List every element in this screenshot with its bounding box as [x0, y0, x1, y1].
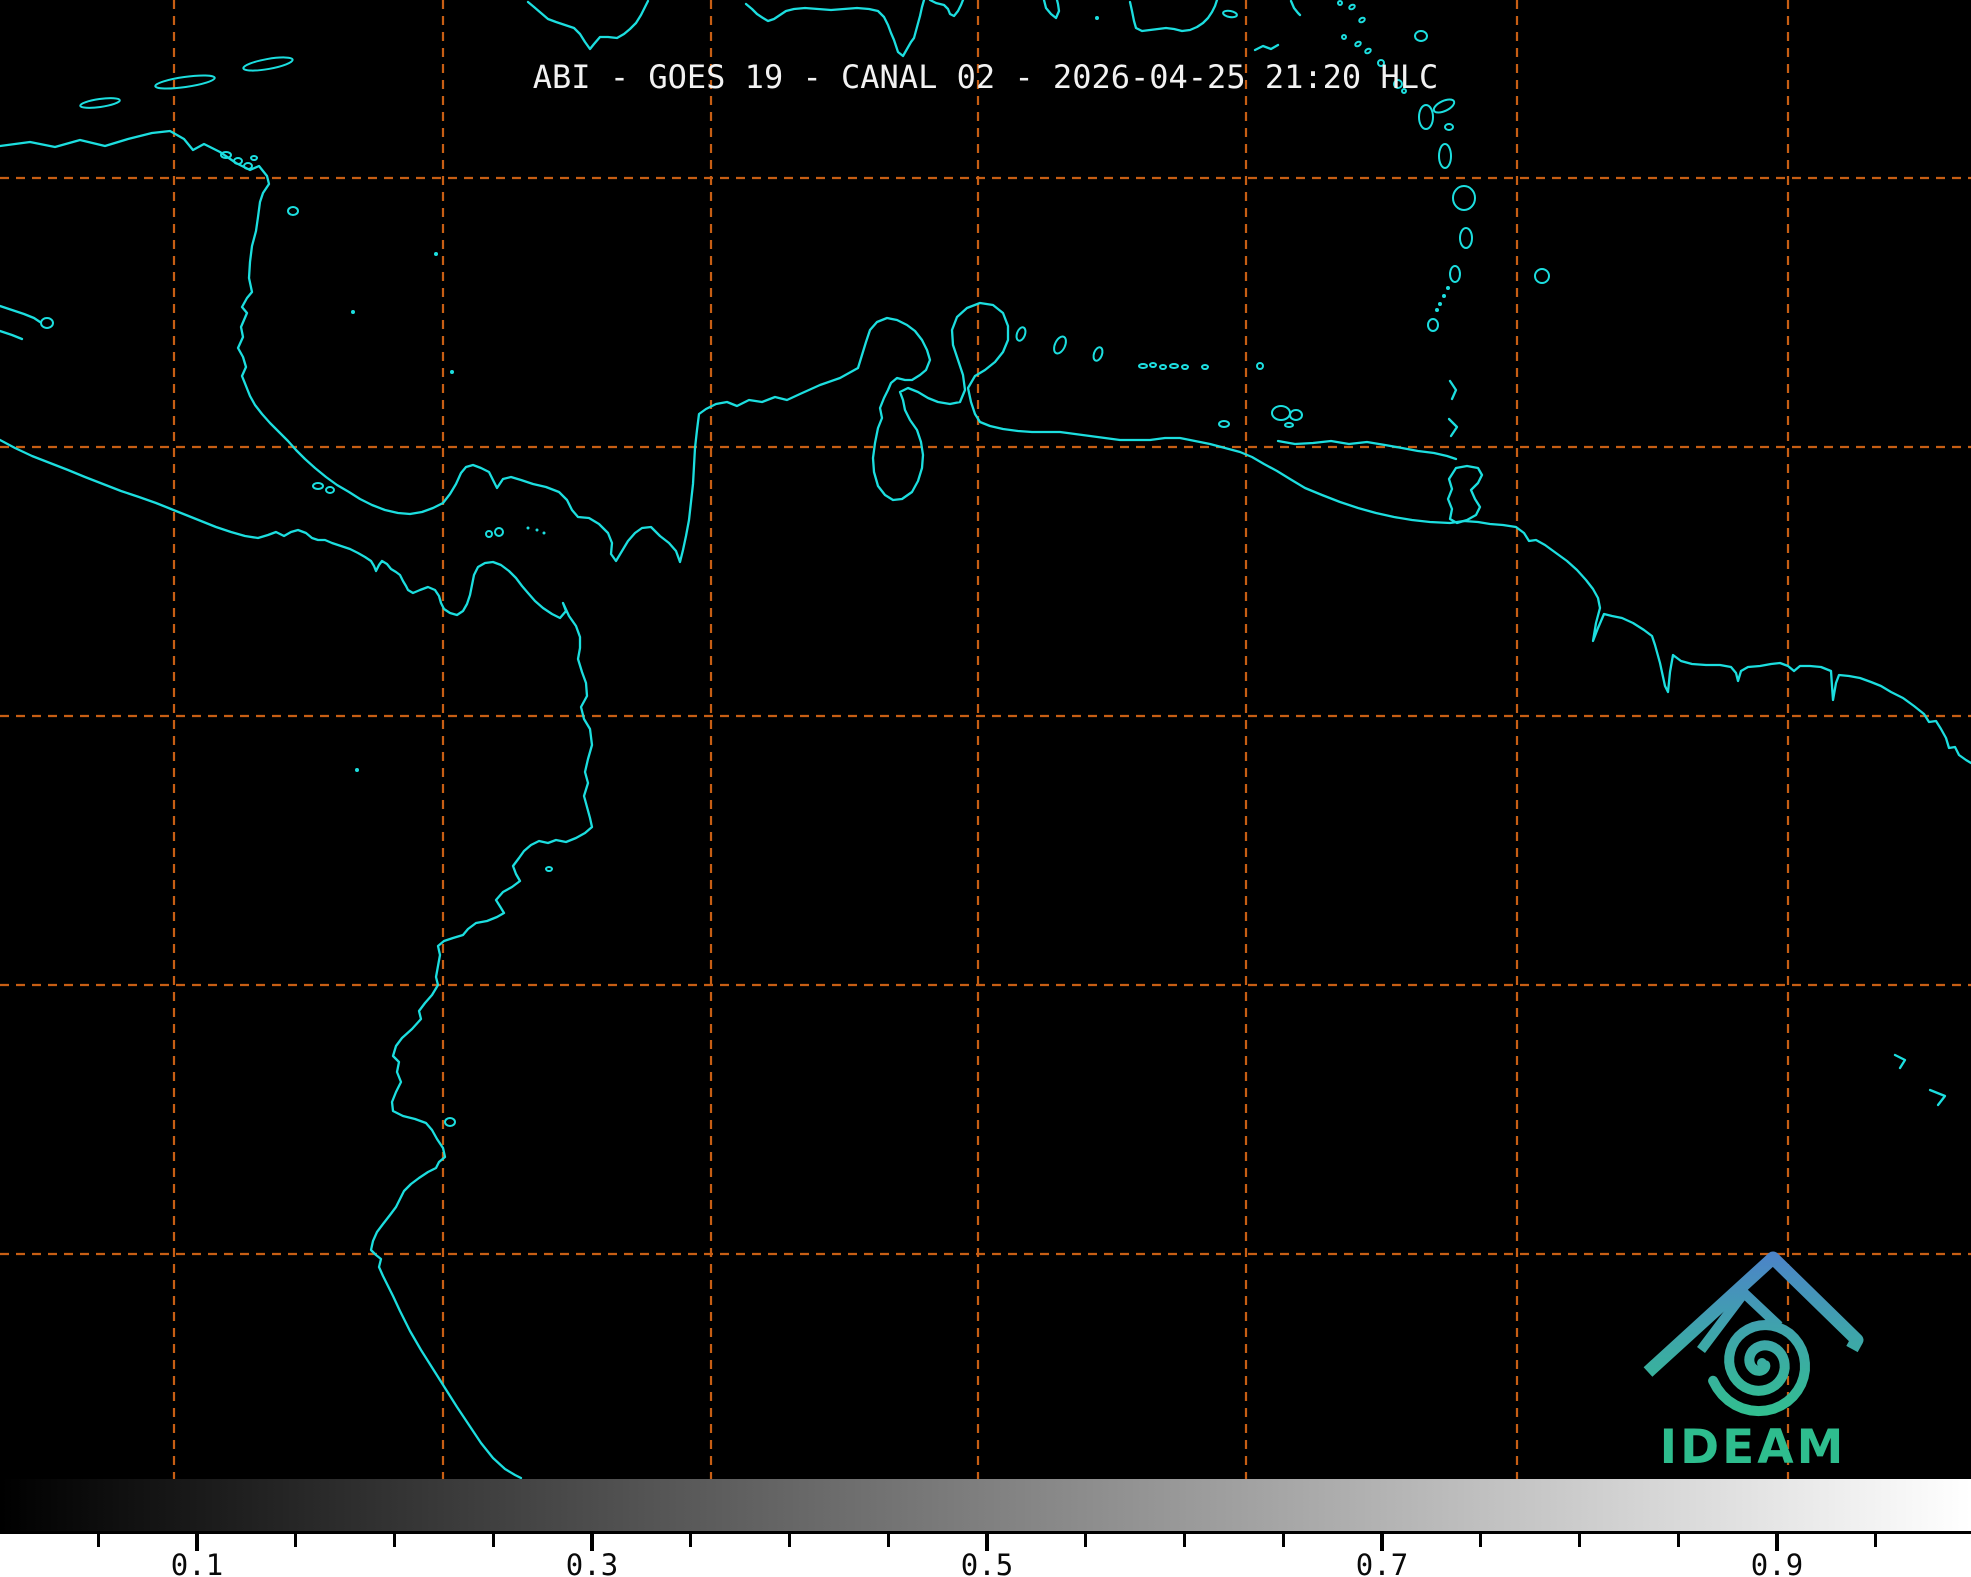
islet-dot	[450, 370, 454, 374]
island-outline	[1445, 124, 1453, 130]
ideam-logo-spiral-center	[1757, 1358, 1767, 1368]
islet-dot	[536, 529, 539, 532]
islet-dot	[527, 527, 530, 530]
island-outline	[80, 96, 121, 109]
colorbar-minor-tick	[1677, 1534, 1680, 1547]
islet-dot	[1446, 286, 1450, 290]
island-outline	[1450, 266, 1460, 282]
islet-dot	[1095, 16, 1099, 20]
islet-dot	[1442, 294, 1446, 298]
colorbar-minor-tick	[393, 1534, 396, 1547]
coastline	[746, 0, 924, 56]
islet-dot	[351, 310, 355, 314]
island-outline	[1219, 421, 1229, 427]
island-outline	[1535, 269, 1549, 283]
colorbar-minor-tick	[1084, 1534, 1087, 1547]
colorbar-minor-tick	[492, 1534, 495, 1547]
island-outline	[495, 528, 503, 536]
island-outline	[1432, 97, 1456, 115]
coastline	[1895, 1055, 1905, 1068]
island-outline	[1415, 31, 1427, 41]
coastline	[1130, 0, 1217, 31]
islet-dot	[434, 252, 438, 256]
island-outline	[1092, 346, 1104, 362]
colorbar-minor-tick	[97, 1534, 100, 1547]
island-outline	[288, 207, 298, 215]
island-outline	[1272, 406, 1290, 420]
coastline	[1448, 466, 1482, 523]
island-outline	[1290, 410, 1302, 420]
island-outline	[41, 318, 53, 328]
colorbar-tick-label: 0.1	[171, 1548, 223, 1577]
island-outline	[1460, 228, 1472, 248]
coastline	[1449, 419, 1457, 436]
island-outline	[1257, 363, 1263, 369]
colorbar-minor-tick	[1578, 1534, 1581, 1547]
island-outline	[1453, 186, 1475, 210]
island-outline	[234, 158, 242, 164]
coastline	[0, 306, 40, 322]
coastline	[1278, 441, 1456, 459]
islet-dot	[543, 532, 546, 535]
colorbar-minor-tick	[1183, 1534, 1186, 1547]
islet-dot	[1438, 302, 1442, 306]
island-outline	[445, 1118, 455, 1126]
island-outline	[1150, 363, 1156, 367]
ideam-logo-text: IDEAM	[1660, 1420, 1847, 1475]
colorbar-minor-tick	[788, 1534, 791, 1547]
island-outline	[244, 163, 252, 169]
coastline	[1255, 45, 1278, 50]
island-outline	[1052, 335, 1069, 356]
ideam-logo-hurricane-spiral-icon	[1713, 1325, 1805, 1411]
colorbar-minor-tick	[689, 1534, 692, 1547]
coastline	[930, 0, 963, 16]
island-outline	[1364, 48, 1371, 54]
coastline	[0, 440, 592, 1478]
island-outline	[1342, 35, 1346, 39]
colorbar-tick-label: 0.7	[1356, 1548, 1408, 1577]
island-outline	[313, 483, 323, 489]
island-outline	[251, 156, 257, 160]
island-outline	[326, 487, 334, 493]
colorbar-tick-label: 0.3	[566, 1548, 618, 1577]
coastline	[1450, 381, 1456, 399]
island-outline	[1428, 319, 1438, 331]
coastline	[1291, 1, 1300, 15]
coastline	[1044, 0, 1059, 18]
colorbar-minor-tick	[887, 1534, 890, 1547]
coastline	[0, 331, 22, 339]
island-outline	[1015, 326, 1027, 342]
island-outline	[546, 867, 552, 871]
island-outline	[1285, 423, 1293, 427]
island-outline	[1139, 364, 1147, 368]
satellite-map: IDEAM	[0, 0, 1971, 1577]
islet-dot	[355, 768, 359, 772]
product-title: ABI - GOES 19 - CANAL 02 - 2026-04-25 21…	[0, 58, 1971, 96]
island-outline	[1419, 105, 1433, 129]
island-outline	[1223, 10, 1238, 18]
island-outline	[1170, 364, 1178, 368]
island-outline	[1439, 144, 1451, 168]
island-outline	[486, 531, 492, 537]
colorbar-minor-tick	[294, 1534, 297, 1547]
island-outline	[1348, 4, 1355, 10]
island-outline	[1338, 1, 1342, 5]
island-outline	[1202, 365, 1208, 369]
colorbar-tick-label: 0.9	[1751, 1548, 1803, 1577]
reflectance-colorbar: Reflectancia	[0, 1479, 1971, 1534]
colorbar-minor-tick	[1874, 1534, 1877, 1547]
coastline	[528, 1, 648, 49]
colorbar-minor-tick	[1479, 1534, 1482, 1547]
colorbar-minor-tick	[1282, 1534, 1285, 1547]
island-outline	[1358, 17, 1365, 23]
coastline	[1930, 1090, 1945, 1105]
satellite-product-view: IDEAM ABI - GOES 19 - CANAL 02 - 2026-04…	[0, 0, 1971, 1577]
colorbar-tick-label: 0.5	[961, 1548, 1013, 1577]
islet-dot	[1435, 308, 1439, 312]
island-outline	[1354, 41, 1361, 47]
island-outline	[1160, 365, 1166, 369]
island-outline	[1182, 365, 1188, 369]
